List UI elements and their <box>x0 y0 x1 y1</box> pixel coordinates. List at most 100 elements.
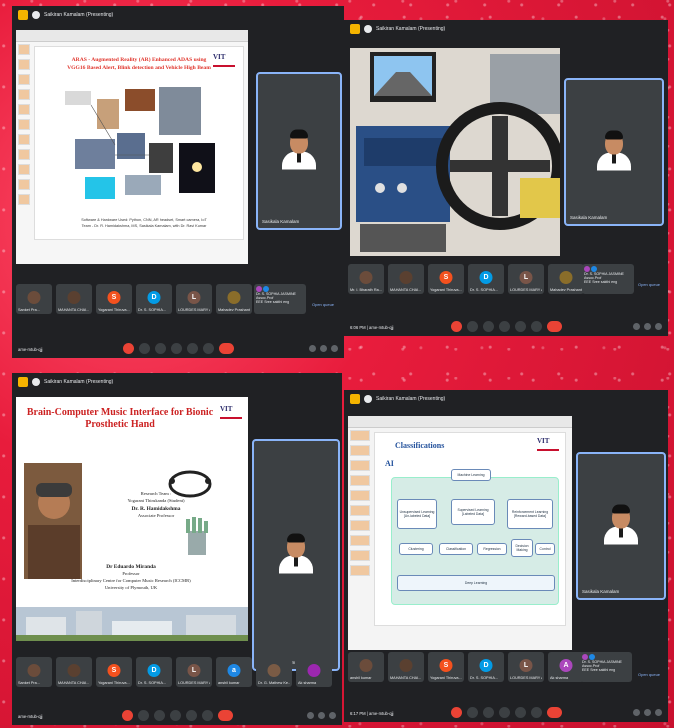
info-icon[interactable] <box>633 323 640 330</box>
chat-icon[interactable] <box>655 323 662 330</box>
participant-tile[interactable]: S Yogarani Thiruva... <box>96 657 132 687</box>
participant-tile[interactable]: D Dr. S. SOPHIA... <box>136 284 172 314</box>
mic-off-button[interactable] <box>450 320 462 332</box>
meeting-time-code: 6:17 PM | ame-mtub-qjj <box>350 711 394 716</box>
participant-tile[interactable]: MAHANTA CHAI... <box>388 264 424 294</box>
participant-name: Yogarani Thiruva... <box>98 681 130 685</box>
participant-name: Sanket Pra... <box>18 308 40 312</box>
participant-name: Mahadev Prashant <box>550 288 582 292</box>
leave-call-button[interactable] <box>546 706 562 718</box>
participant-tile[interactable]: MAHANTA CHAI... <box>388 652 424 682</box>
participant-tile[interactable]: anshil kumar <box>348 652 384 682</box>
emoji-button[interactable] <box>482 320 494 332</box>
chat-icon[interactable] <box>329 712 336 719</box>
info-icon[interactable] <box>307 712 314 719</box>
participant-tile[interactable]: L LOURDES MARY A <box>176 657 212 687</box>
participant-avatar: D <box>479 271 493 284</box>
participant-tile[interactable]: L LOURDES MARY A <box>508 264 544 294</box>
present-button[interactable] <box>169 709 181 721</box>
present-button[interactable] <box>498 706 510 718</box>
participant-tile[interactable]: S Yogarani Thiruva... <box>428 652 464 682</box>
present-button[interactable] <box>170 342 182 354</box>
participant-tile[interactable]: Ak sharma <box>296 657 332 687</box>
more-options-button[interactable] <box>202 342 214 354</box>
self-view-tile[interactable]: Sasikala Kamalam <box>576 452 666 600</box>
unsupervised-sub: [Un-labeled Data] <box>403 514 431 518</box>
self-view-tile[interactable]: Sasikala Kamalam <box>564 78 664 226</box>
open-queue-link[interactable]: Open queue <box>312 302 334 307</box>
mic-off-button[interactable] <box>450 706 462 718</box>
leave-call-button[interactable] <box>217 709 233 721</box>
raise-hand-button[interactable] <box>185 709 197 721</box>
open-queue-link[interactable]: Open queue <box>638 282 660 287</box>
participant-name: MAHANTA CHAI... <box>390 676 422 680</box>
participant-tile[interactable]: Sanket Pra... <box>16 657 52 687</box>
people-icon[interactable] <box>320 345 327 352</box>
deep-learning-box: Deep Learning <box>397 575 555 591</box>
slide-thumbnails[interactable] <box>18 44 30 209</box>
captions-button[interactable] <box>138 342 150 354</box>
participant-overflow[interactable]: Dr. S. SOPHIA JASMINE Assoc.Prof EEE Sre… <box>254 284 306 314</box>
more-options-button[interactable] <box>530 706 542 718</box>
more-options-button[interactable] <box>201 709 213 721</box>
presenter-icon <box>364 395 372 403</box>
meet-window-4: Saikiran Kamalam (Presenting) VIT Classi… <box>344 390 668 722</box>
raise-hand-button[interactable] <box>186 342 198 354</box>
participant-avatar: S <box>439 659 453 672</box>
participant-tile[interactable]: L LOURDES MARY A <box>508 652 544 682</box>
team-member-3-role: Professor <box>122 571 140 577</box>
participant-tile[interactable]: D Dr. S. SOPHIA... <box>468 652 504 682</box>
participant-tile[interactable]: a anshil kumar <box>216 657 252 687</box>
participant-tile[interactable]: Mr. I. Bharath Ra... <box>348 264 384 294</box>
window-title: Saikiran Kamalam (Presenting) <box>44 12 114 18</box>
participant-tile[interactable]: Mahadev Prashant <box>548 264 584 294</box>
emoji-button[interactable] <box>154 342 166 354</box>
info-icon[interactable] <box>633 709 640 716</box>
overflow-line-1: Dr. S. SOPHIA JASMINE Assoc.Prof <box>582 660 622 668</box>
participant-strip: Sanket Pra... MAHANTA CHAI... S Yogarani Th… <box>16 284 252 314</box>
participant-overflow[interactable]: Dr. S. SOPHIA JASMINE Assoc.Prof EEE Sre… <box>582 264 634 294</box>
self-view-tile[interactable]: Sasikala Kamalam <box>252 439 340 671</box>
open-queue-link[interactable]: Open queue <box>638 672 660 677</box>
presentation-screen: VIT ARAS - Augmented Reality (AR) Enhanc… <box>16 30 248 264</box>
participant-tile[interactable]: S Yogarani Thiruva... <box>96 284 132 314</box>
participant-overflow[interactable]: Dr. S. SOPHIA JASMINE Assoc.Prof EEE Sre… <box>580 652 632 682</box>
chat-icon[interactable] <box>331 345 338 352</box>
overflow-line-2: EEE Sree sakthi eng <box>584 280 618 284</box>
participant-tile[interactable]: S Yogarani Thiruva... <box>428 264 464 294</box>
participant-tile[interactable]: D Dr. S. SOPHIA... <box>468 264 504 294</box>
people-icon[interactable] <box>644 709 651 716</box>
participant-tile[interactable]: Dr. G. Mathew Ke... <box>256 657 292 687</box>
emoji-button[interactable] <box>153 709 165 721</box>
presentation-screen: VIT Classifications AI Machine Learning … <box>348 416 572 650</box>
raise-hand-button[interactable] <box>514 320 526 332</box>
participant-tile[interactable]: D Dr. S. SOPHIA... <box>136 657 172 687</box>
regression-box: Regression <box>477 543 507 555</box>
raise-hand-button[interactable] <box>514 706 526 718</box>
self-view-tile[interactable]: Sasikala Kamalam <box>256 72 342 230</box>
present-button[interactable] <box>498 320 510 332</box>
captions-button[interactable] <box>466 706 478 718</box>
participant-tile[interactable]: A Ak sharma <box>548 652 584 682</box>
leave-call-button[interactable] <box>546 320 562 332</box>
chat-icon[interactable] <box>655 709 662 716</box>
captions-button[interactable] <box>137 709 149 721</box>
people-icon[interactable] <box>318 712 325 719</box>
mic-off-button[interactable] <box>122 342 134 354</box>
participant-tile[interactable]: MAHANTA CHAI... <box>56 284 92 314</box>
participant-tile[interactable]: L LOURDES MARY A <box>176 284 212 314</box>
slide-title: Classifications <box>395 441 445 450</box>
self-name: Sasikala Kamalam <box>262 219 300 224</box>
participant-tile[interactable]: Sanket Pra... <box>16 284 52 314</box>
captions-button[interactable] <box>466 320 478 332</box>
info-icon[interactable] <box>309 345 316 352</box>
mic-off-button[interactable] <box>121 709 133 721</box>
people-icon[interactable] <box>644 323 651 330</box>
participant-tile[interactable]: MAHANTA CHAI... <box>56 657 92 687</box>
overflow-line-1: Dr. S. SOPHIA JASMINE Assoc.Prof <box>256 292 296 300</box>
leave-call-button[interactable] <box>218 342 234 354</box>
participant-tile[interactable]: Mahadev Prashant <box>216 284 252 314</box>
more-options-button[interactable] <box>530 320 542 332</box>
emoji-button[interactable] <box>482 706 494 718</box>
slide-thumbnails[interactable] <box>350 430 370 580</box>
